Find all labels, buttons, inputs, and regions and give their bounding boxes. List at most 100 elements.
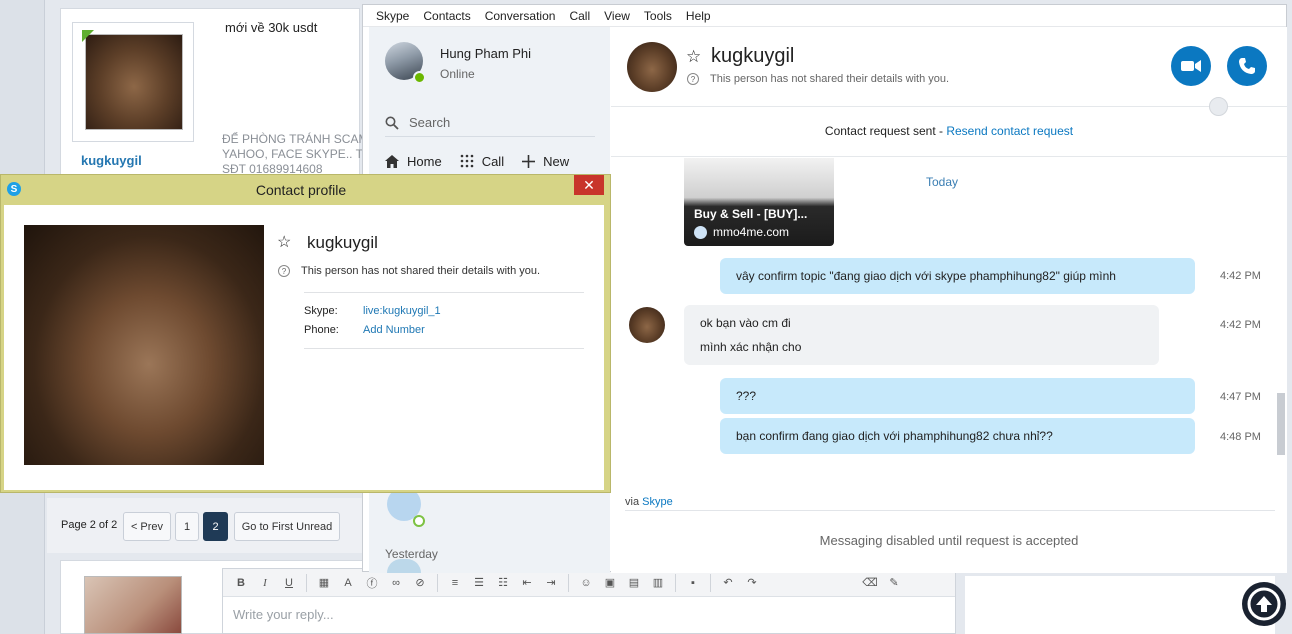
contact-name[interactable]: kugkuygil (711, 45, 794, 68)
close-button[interactable]: ✕ (574, 175, 604, 195)
my-status[interactable]: Online (440, 67, 475, 81)
link-preview-card[interactable]: Buy & Sell - [BUY]... mmo4me.com (684, 158, 834, 246)
message-time: 4:42 PM (1220, 270, 1261, 282)
message-bubble-outgoing[interactable]: vây confirm topic "đang giao dịch với sk… (720, 258, 1195, 294)
bold-button[interactable]: B (231, 574, 251, 592)
forum-username-link[interactable]: kugkuygil (81, 153, 142, 168)
conversation-header: ☆ kugkuygil ? This person has not shared… (611, 27, 1287, 116)
page-2-button[interactable]: 2 (203, 512, 228, 541)
message-time: 4:47 PM (1220, 391, 1261, 403)
resend-request-link[interactable]: Resend contact request (946, 124, 1073, 138)
phone-label: Phone: (304, 324, 339, 336)
menu-contacts[interactable]: Contacts (423, 9, 470, 23)
contact-subtitle: ? This person has not shared their detai… (687, 73, 949, 85)
video-call-button[interactable] (1171, 46, 1211, 86)
search-box[interactable]: Search (385, 109, 595, 137)
number-list-icon[interactable]: ☷ (493, 574, 513, 592)
align-left-icon[interactable]: ≡ (445, 574, 465, 592)
skype-id-value[interactable]: live:kugkuygil_1 (363, 305, 441, 317)
nav-call-label: Call (481, 153, 505, 169)
via-text: via (625, 496, 643, 508)
message-text: bạn confirm đang giao dịch với phamphihu… (736, 429, 1053, 443)
message-bubble-outgoing[interactable]: bạn confirm đang giao dịch với phamphihu… (720, 418, 1195, 454)
recent-contact-avatar[interactable] (387, 559, 421, 573)
my-name[interactable]: Hung Pham Phi (440, 46, 531, 61)
forum-user-avatar[interactable] (85, 34, 183, 130)
profile-subtitle-text: This person has not shared their details… (301, 265, 541, 277)
message-text: ??? (736, 389, 757, 403)
signature-line: ĐỂ PHÒNG TRÁNH SCAM (222, 132, 362, 146)
via-skype-link[interactable]: Skype (642, 496, 673, 508)
home-icon (385, 154, 399, 168)
nav-home-label: Home (407, 153, 442, 169)
toolbar-divider (710, 573, 711, 592)
bullet-list-icon[interactable]: ☰ (469, 574, 489, 592)
messaging-disabled-notice: Messaging disabled until request is acce… (819, 533, 1079, 548)
message-time: 4:42 PM (1220, 319, 1261, 331)
dialog-title: Contact profile (255, 182, 347, 198)
underline-button[interactable]: U (279, 574, 299, 592)
forum-post-message: mới về 30k usdt (225, 20, 318, 35)
contact-avatar-small[interactable] (629, 307, 665, 343)
globe-icon[interactable] (1209, 97, 1228, 116)
color-icon[interactable]: ▦ (314, 574, 334, 592)
message-text: mình xác nhận cho (700, 340, 802, 354)
nav-new[interactable]: New (522, 154, 569, 169)
search-icon (385, 116, 399, 130)
font-size-icon[interactable]: A (338, 574, 358, 592)
redo-icon[interactable]: ↷ (742, 574, 762, 592)
link-icon[interactable]: ∞ (386, 574, 406, 592)
request-sent-text: Contact request sent - (824, 124, 947, 138)
question-icon: ? (278, 265, 290, 277)
menu-view[interactable]: View (604, 9, 630, 23)
reply-input[interactable]: Write your reply... (233, 607, 334, 622)
italic-button[interactable]: I (255, 574, 275, 592)
conversation-pane: ☆ kugkuygil ? This person has not shared… (611, 27, 1287, 573)
scroll-to-top-button[interactable] (1242, 582, 1286, 626)
save-draft-icon[interactable]: ▪ (683, 574, 703, 592)
forum-user-avatar[interactable] (84, 576, 182, 634)
insert-icon[interactable]: ▥ (648, 574, 668, 592)
dialog-body: ☆ kugkuygil ? This person has not shared… (4, 205, 604, 490)
nav-call[interactable]: Call (460, 154, 504, 169)
nav-new-label: New (543, 153, 570, 169)
unlink-icon[interactable]: ⊘ (410, 574, 430, 592)
message-bubble-incoming[interactable]: ok bạn vào cm đi mình xác nhận cho (684, 305, 1159, 365)
page-label: Page 2 of 2 (61, 519, 118, 531)
favorite-star-icon[interactable]: ☆ (277, 232, 291, 252)
undo-icon[interactable]: ↶ (718, 574, 738, 592)
page-1-button[interactable]: 1 (175, 512, 199, 541)
favorite-star-icon[interactable]: ☆ (686, 47, 701, 67)
indent-icon[interactable]: ⇥ (541, 574, 561, 592)
menu-help[interactable]: Help (686, 9, 711, 23)
smilie-icon[interactable]: ☺ (576, 574, 596, 592)
contact-avatar[interactable] (627, 42, 677, 92)
menu-conversation[interactable]: Conversation (485, 9, 556, 23)
profile-name: kugkuygil (307, 233, 378, 252)
prev-page-button[interactable]: < Prev (123, 512, 171, 541)
forum-right-area (965, 576, 1275, 634)
toggle-editor-icon[interactable]: ✎ (884, 574, 904, 592)
link-preview-domain-text: mmo4me.com (713, 225, 790, 239)
outdent-icon[interactable]: ⇤ (517, 574, 537, 592)
arrow-up-circle-icon (1247, 587, 1281, 621)
message-text: ok bạn vào cm đi (700, 316, 791, 330)
contact-subtitle-text: This person has not shared their details… (710, 73, 950, 85)
nav-home[interactable]: Home (385, 154, 442, 169)
message-bubble-outgoing[interactable]: ??? (720, 378, 1195, 414)
sidebar-nav: Home Call New (385, 151, 605, 171)
add-number-link[interactable]: Add Number (363, 324, 425, 336)
dialog-titlebar[interactable]: S Contact profile ✕ (1, 175, 610, 205)
image-icon[interactable]: ▣ (600, 574, 620, 592)
skype-id-label: Skype: (304, 305, 338, 317)
first-unread-button[interactable]: Go to First Unread (234, 512, 340, 541)
menu-skype[interactable]: Skype (376, 9, 409, 23)
scrollbar-thumb[interactable] (1277, 393, 1285, 455)
audio-call-button[interactable] (1227, 46, 1267, 86)
forum-signature: ĐỂ PHÒNG TRÁNH SCAM YAHOO, FACE SKYPE.. … (222, 132, 362, 177)
font-icon[interactable]: ⓕ (362, 574, 382, 592)
menu-call[interactable]: Call (569, 9, 590, 23)
eraser-icon[interactable]: ⌫ (860, 574, 880, 592)
menu-tools[interactable]: Tools (644, 9, 672, 23)
media-icon[interactable]: ▤ (624, 574, 644, 592)
